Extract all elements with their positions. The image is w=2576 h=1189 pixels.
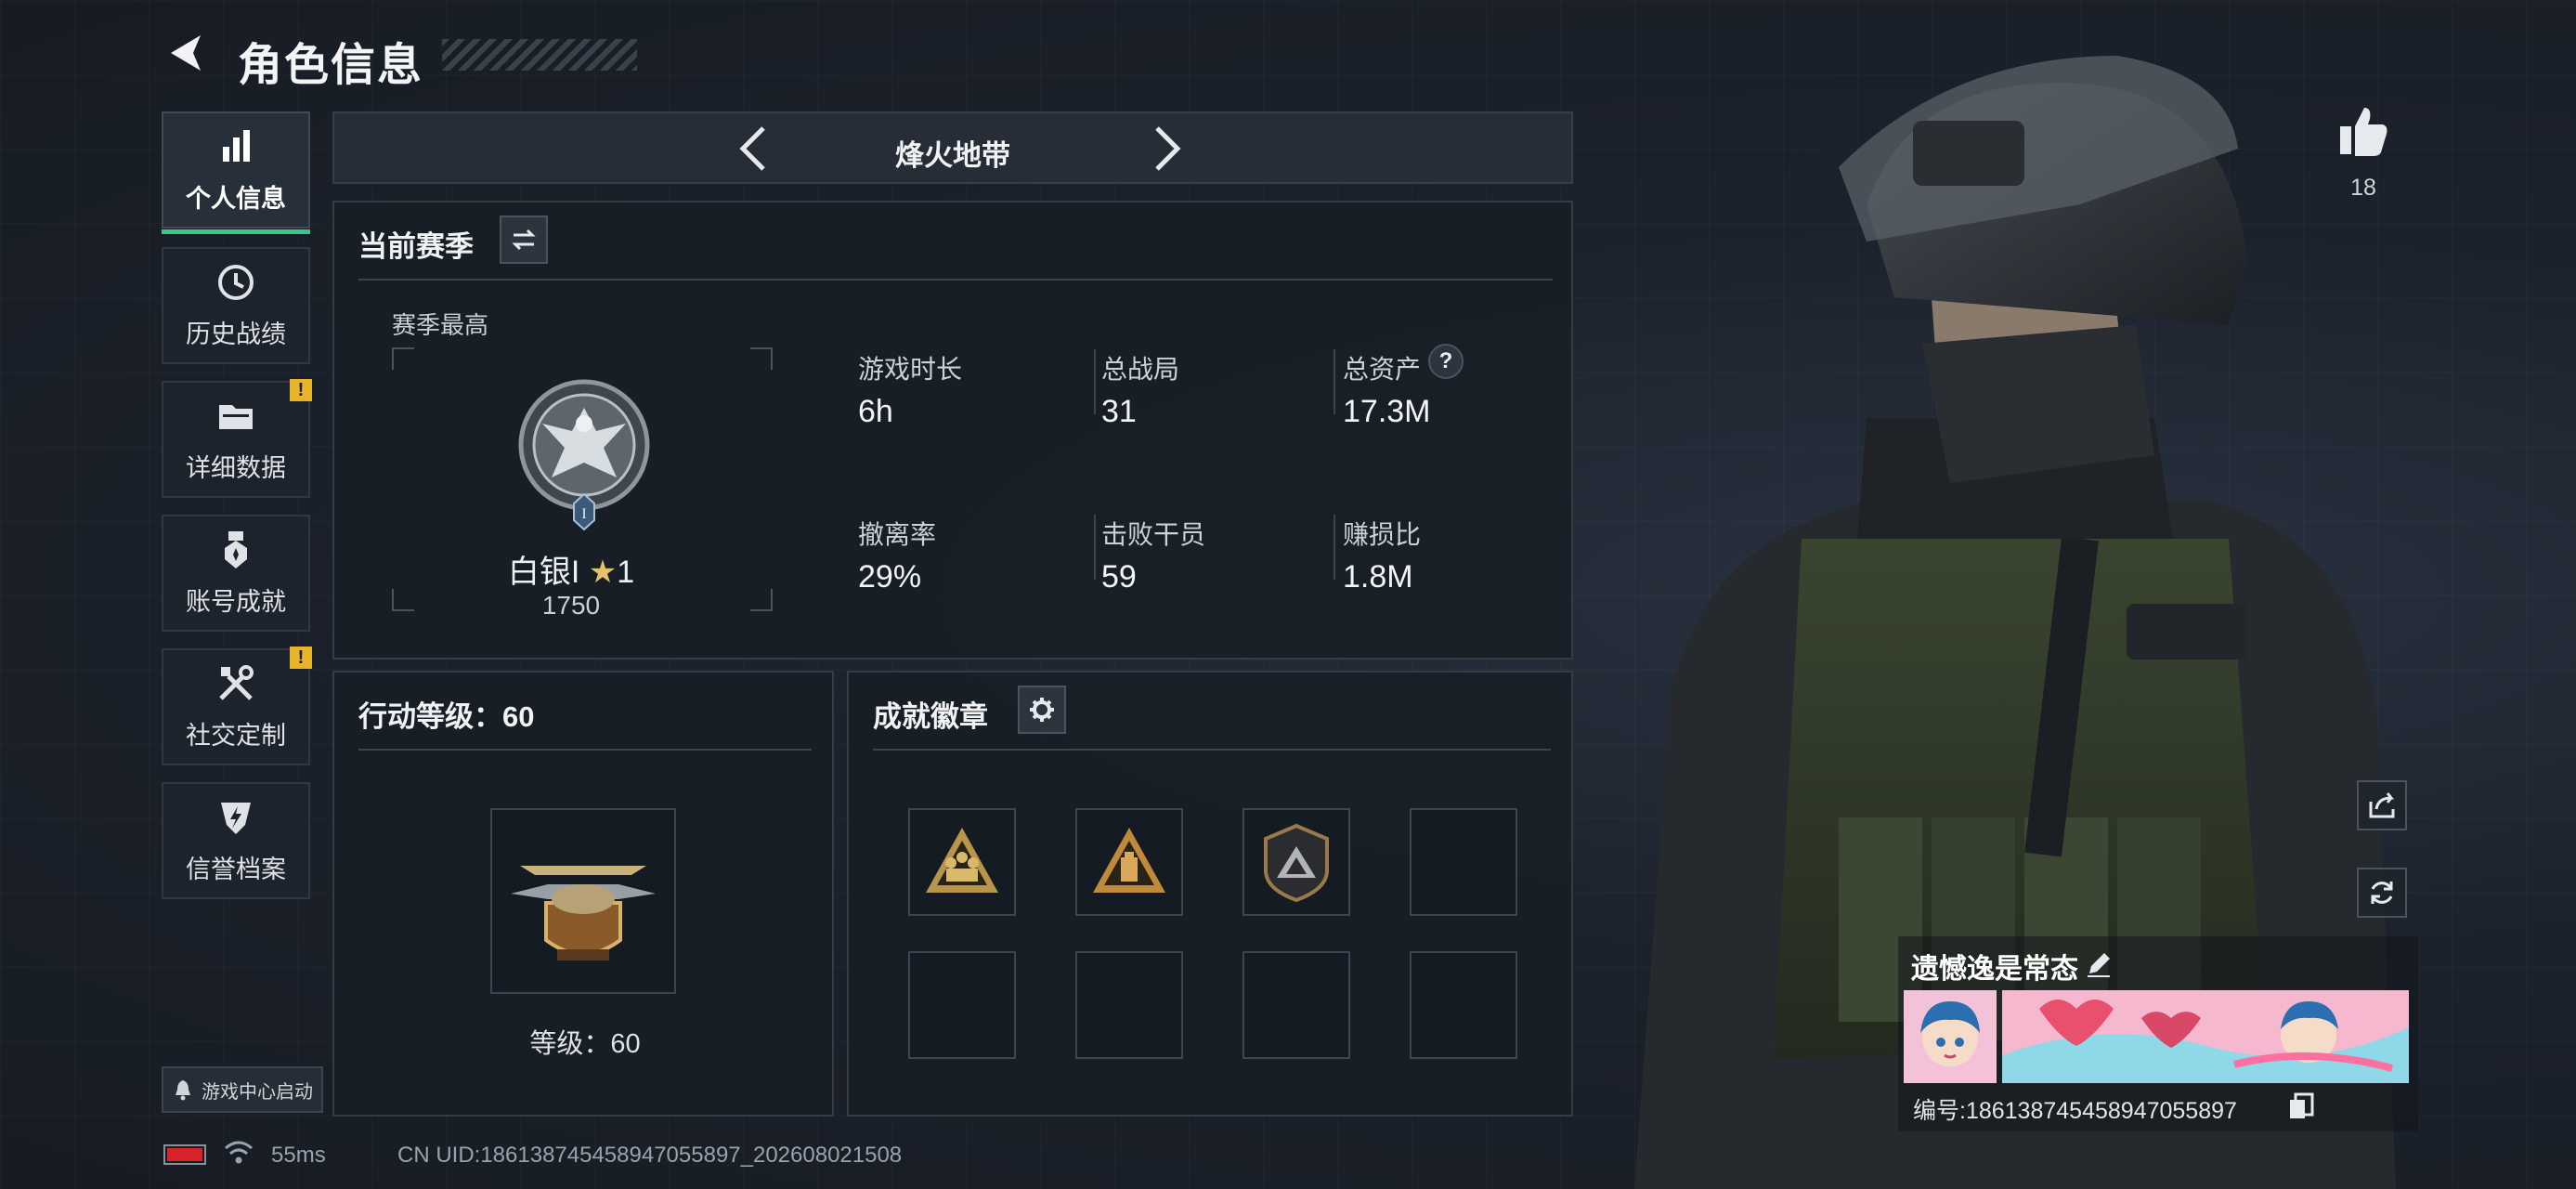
squad-badge-icon [926, 828, 998, 893]
uid-text: CN UID:18613874545894705589​7_2026080215… [397, 1143, 903, 1168]
divider [1094, 515, 1096, 580]
sidebar-item-history[interactable]: 历史战绩 [162, 247, 310, 364]
like-count: 18 [2350, 175, 2376, 201]
mode-title: 烽火地带 [895, 139, 1010, 172]
divider [358, 749, 812, 751]
avatar[interactable] [1904, 990, 1997, 1083]
ping-text: 55ms [271, 1143, 326, 1168]
warning-badge: ! [290, 647, 312, 669]
copy-icon[interactable] [2288, 1092, 2314, 1120]
bell-icon [176, 1080, 190, 1101]
stat-label-profit-ratio: 赚损比 [1343, 520, 1422, 549]
season-title: 当前赛季 [358, 230, 474, 263]
star-icon: ★ [588, 555, 618, 590]
warning-badge: ! [290, 379, 312, 401]
achievements-panel: 成就徽章 [847, 671, 1573, 1117]
rank-stars: 1 [617, 555, 635, 590]
wifi-icon [225, 1141, 253, 1164]
rank-name-row: 白银I ★1 [334, 546, 808, 592]
rank-score: 1750 [541, 591, 601, 620]
rank-name: 白银I [507, 555, 580, 590]
thumbs-up-icon[interactable] [2336, 104, 2390, 158]
battery-icon [163, 1144, 206, 1165]
stat-value-extract-rate: 29% [858, 559, 922, 594]
player-name: 遗憾逸是常态 [1911, 954, 2078, 985]
level-text: 等级：60 [529, 1029, 641, 1059]
stat-value-matches: 31 [1101, 394, 1137, 429]
sidebar-item-label: 信誉档案 [186, 855, 286, 883]
sidebar-item-personal-info[interactable]: 个人信息 [162, 111, 310, 234]
game-center-launch-button[interactable]: 游戏中心启动 [162, 1066, 323, 1113]
rank-emblem-icon: I [518, 379, 650, 531]
season-panel: 当前赛季 赛季最高 I 白银I ★1 1750 游戏时长 6h 总战局 31 总… [332, 201, 1573, 660]
sidebar-item-label: 历史战绩 [186, 320, 286, 348]
player-id: 编号:18613874545894705589​7 [1913, 1098, 2237, 1124]
swap-icon [512, 229, 536, 251]
action-level-title: 行动等级：60 [358, 700, 535, 733]
stat-label-matches: 总战局 [1101, 355, 1180, 384]
achievement-settings-button[interactable] [1018, 686, 1066, 734]
share-button[interactable] [2357, 780, 2407, 830]
profile-banner[interactable] [2002, 990, 2409, 1083]
divider [1334, 515, 1335, 580]
medal-icon [225, 530, 247, 568]
gear-icon [1030, 698, 1054, 722]
season-best-label: 赛季最高 [392, 311, 489, 339]
tools-icon [219, 664, 254, 700]
frame-corner [750, 347, 773, 370]
stat-label-kills: 击败干员 [1101, 520, 1206, 549]
achievement-badge-slot[interactable] [1242, 951, 1350, 1059]
shield-bolt-icon [221, 802, 251, 834]
achievement-badge-slot[interactable] [1075, 951, 1183, 1059]
refresh-button[interactable] [2357, 868, 2407, 918]
frame-corner [392, 347, 414, 370]
title-decoration [442, 39, 637, 71]
sidebar-item-reputation[interactable]: 信誉档案 [162, 782, 310, 899]
back-arrow-icon[interactable] [163, 30, 210, 76]
stat-value-kills: 59 [1101, 559, 1137, 594]
cargo-badge-icon [1093, 828, 1165, 893]
bar-chart-icon [223, 129, 250, 162]
stat-label-extract-rate: 撤离率 [858, 520, 937, 549]
mode-selector: 烽火地带 [332, 111, 1573, 184]
divider [358, 279, 1553, 281]
history-clock-icon [218, 264, 254, 300]
refresh-icon [2371, 882, 2393, 904]
stat-value-assets: 17.3M [1343, 394, 1431, 429]
sidebar-item-detailed-data[interactable]: 详细数据 ! [162, 379, 312, 498]
divider [873, 749, 1551, 751]
divider [1334, 349, 1335, 414]
sidebar-item-label: 社交定制 [186, 721, 286, 750]
achievement-badge-slot[interactable] [908, 951, 1016, 1059]
stat-label-playtime: 游戏时长 [858, 355, 963, 384]
help-icon[interactable]: ? [1428, 344, 1464, 379]
switch-season-button[interactable] [500, 216, 548, 264]
chevron-right-icon[interactable] [1137, 121, 1192, 176]
achievement-badge-slot[interactable] [1075, 808, 1183, 916]
helicopter-emblem-icon [511, 866, 656, 960]
mountain-badge-icon [1264, 823, 1329, 903]
sidebar-item-label: 详细数据 [186, 453, 286, 482]
level-emblem-frame [490, 808, 676, 994]
sidebar-item-label: 个人信息 [186, 184, 286, 213]
stat-label-assets: 总资产 [1343, 355, 1422, 384]
sidebar-item-achievements[interactable]: 账号成就 [162, 515, 310, 632]
achievements-title: 成就徽章 [873, 700, 988, 733]
achievement-badge-slot[interactable] [1410, 951, 1517, 1059]
rank-tier-mark: I [581, 506, 586, 522]
action-level-panel: 行动等级：60 等级：60 [332, 671, 834, 1117]
folder-icon [219, 404, 253, 429]
achievement-badge-slot[interactable] [1242, 808, 1350, 916]
achievement-badge-slot[interactable] [1410, 808, 1517, 916]
edit-pencil-icon[interactable] [2084, 949, 2114, 979]
divider [1094, 349, 1096, 414]
stat-value-profit-ratio: 1.8M [1343, 559, 1413, 594]
sidebar-item-social[interactable]: 社交定制 ! [162, 647, 312, 765]
launch-label: 游戏中心启动 [202, 1081, 313, 1103]
sidebar-item-label: 账号成就 [186, 587, 286, 616]
share-icon [2369, 792, 2395, 818]
stat-value-playtime: 6h [858, 394, 893, 429]
achievement-badge-slot[interactable] [908, 808, 1016, 916]
page-title: 角色信息 [238, 41, 424, 90]
